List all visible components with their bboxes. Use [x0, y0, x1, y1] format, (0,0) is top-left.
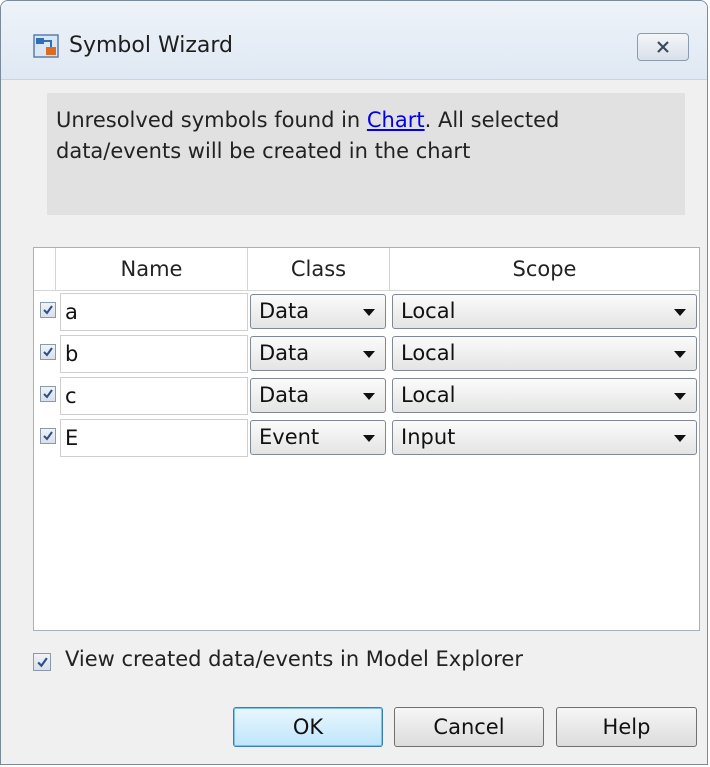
row-scope-value: Local	[401, 341, 456, 365]
ok-button[interactable]: OK	[233, 707, 383, 747]
row-scope-value: Local	[401, 299, 456, 323]
row-class-dropdown[interactable]: Event	[250, 420, 386, 455]
view-in-explorer-checkbox[interactable]	[33, 653, 51, 671]
header-name[interactable]: Name	[56, 248, 248, 290]
header-scope[interactable]: Scope	[390, 248, 699, 290]
chart-link[interactable]: Chart	[367, 108, 425, 132]
chevron-down-icon	[363, 393, 375, 400]
row-name-field[interactable]: E	[60, 419, 248, 457]
row-checkbox[interactable]	[40, 344, 56, 360]
chevron-down-icon	[674, 393, 686, 400]
table-row: c Data Local	[34, 377, 699, 417]
row-scope-dropdown[interactable]: Local	[392, 336, 697, 371]
row-name-field[interactable]: b	[60, 335, 248, 373]
table-row: a Data Local	[34, 293, 699, 333]
row-scope-dropdown[interactable]: Local	[392, 378, 697, 413]
header-check-column	[34, 248, 56, 290]
table-row: b Data Local	[34, 335, 699, 375]
chevron-down-icon	[363, 309, 375, 316]
chevron-down-icon	[674, 435, 686, 442]
row-name-field[interactable]: c	[60, 377, 248, 415]
chevron-down-icon	[674, 309, 686, 316]
info-panel: Unresolved symbols found in Chart. All s…	[47, 93, 685, 215]
row-name-field[interactable]: a	[60, 293, 248, 331]
view-in-explorer-label[interactable]: View created data/events in Model Explor…	[65, 647, 523, 671]
stateflow-icon	[33, 34, 59, 58]
row-class-value: Data	[259, 299, 310, 323]
cancel-button[interactable]: Cancel	[394, 707, 544, 747]
close-icon	[657, 41, 669, 53]
row-scope-value: Input	[401, 425, 456, 449]
row-checkbox[interactable]	[40, 386, 56, 402]
info-text-before: Unresolved symbols found in	[56, 108, 367, 132]
symbol-wizard-dialog: Symbol Wizard Unresolved symbols found i…	[0, 0, 708, 765]
checkmark-icon	[43, 305, 53, 315]
row-class-dropdown[interactable]: Data	[250, 294, 386, 329]
checkmark-icon	[36, 657, 48, 667]
row-class-value: Data	[259, 341, 310, 365]
row-scope-dropdown[interactable]: Input	[392, 420, 697, 455]
row-class-dropdown[interactable]: Data	[250, 336, 386, 371]
window-title: Symbol Wizard	[69, 33, 233, 58]
chevron-down-icon	[674, 351, 686, 358]
header-class[interactable]: Class	[248, 248, 390, 290]
symbols-table: Name Class Scope a Data Local b Data Loc…	[33, 247, 700, 631]
row-class-dropdown[interactable]: Data	[250, 378, 386, 413]
checkmark-icon	[43, 347, 53, 357]
checkmark-icon	[43, 431, 53, 441]
table-header: Name Class Scope	[34, 248, 699, 291]
row-class-value: Data	[259, 383, 310, 407]
row-class-value: Event	[259, 425, 320, 449]
help-button[interactable]: Help	[556, 707, 697, 747]
row-scope-dropdown[interactable]: Local	[392, 294, 697, 329]
checkmark-icon	[43, 389, 53, 399]
close-button[interactable]	[637, 33, 689, 61]
chevron-down-icon	[363, 435, 375, 442]
row-scope-value: Local	[401, 383, 456, 407]
table-row: E Event Input	[34, 419, 699, 459]
title-bar: Symbol Wizard	[1, 1, 707, 80]
row-checkbox[interactable]	[40, 302, 56, 318]
chevron-down-icon	[363, 351, 375, 358]
row-checkbox[interactable]	[40, 428, 56, 444]
